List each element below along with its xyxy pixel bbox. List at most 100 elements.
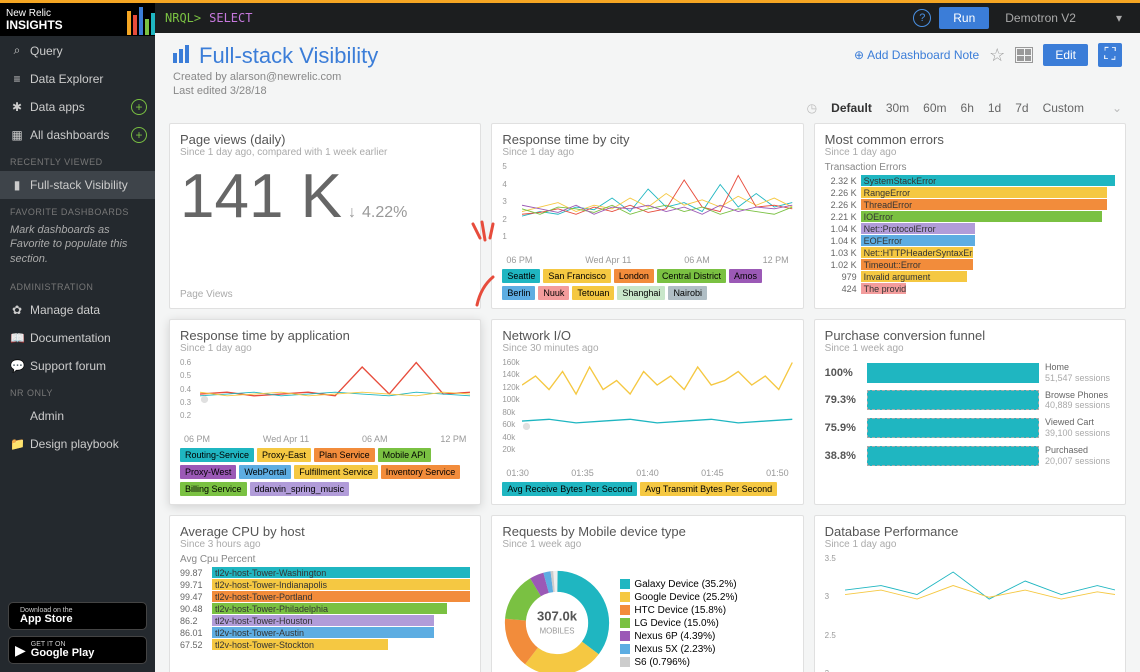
- funnel-row[interactable]: 75.9%Viewed Cart39,100 sessions: [825, 417, 1115, 439]
- error-row[interactable]: 1.04 KEOFError: [825, 235, 1115, 246]
- time-option-7d[interactable]: 7d: [1015, 101, 1028, 115]
- card-funnel[interactable]: Purchase conversion funnel Since 1 week …: [814, 319, 1126, 505]
- legend-chip[interactable]: Fulfillment Service: [294, 465, 378, 479]
- funnel-row[interactable]: 100%Home51,547 sessions: [825, 362, 1115, 384]
- card-pageviews[interactable]: Page views (daily) Since 1 day ago, comp…: [169, 123, 481, 309]
- sidebar-item-documentation[interactable]: 📖Documentation: [0, 324, 155, 352]
- sidebar-item-data-apps[interactable]: ✱Data apps+: [0, 93, 155, 121]
- add-dashboard-note[interactable]: ⊕Add Dashboard Note: [854, 48, 979, 62]
- grid-view-icon[interactable]: [1015, 47, 1033, 63]
- legend-chip[interactable]: Routing-Service: [180, 448, 254, 462]
- cpu-row[interactable]: 90.48tl2v-host-Tower-Philadelphia: [180, 603, 470, 614]
- cpu-row[interactable]: 86.2tl2v-host-Tower-Houston: [180, 615, 470, 626]
- section-favorite: FAVORITE DASHBOARDS: [0, 199, 155, 221]
- error-row[interactable]: 2.26 KThreadError: [825, 199, 1115, 210]
- time-option-custom[interactable]: Custom: [1043, 101, 1084, 115]
- time-option-6h[interactable]: 6h: [961, 101, 974, 115]
- legend-chip[interactable]: San Francisco: [543, 269, 611, 283]
- error-row[interactable]: 1.04 KNet::ProtocolError: [825, 223, 1115, 234]
- legend-chip[interactable]: Amos: [729, 269, 762, 283]
- legend-row[interactable]: LG Device (15.0%): [620, 618, 737, 629]
- time-option-1d[interactable]: 1d: [988, 101, 1001, 115]
- legend-chip[interactable]: London: [614, 269, 654, 283]
- legend-chip[interactable]: Berlin: [502, 286, 535, 300]
- legend-chip[interactable]: Shanghai: [617, 286, 665, 300]
- funnel-row[interactable]: 79.3%Browse Phones40,889 sessions: [825, 390, 1115, 412]
- legend-row[interactable]: S6 (0.796%): [620, 657, 737, 668]
- legend-row[interactable]: Nexus 6P (4.39%): [620, 631, 737, 642]
- legend-chip[interactable]: Proxy-East: [257, 448, 311, 462]
- error-row[interactable]: 424The provided password exceeded the ma…: [825, 283, 1115, 294]
- cpu-row[interactable]: 99.47tl2v-host-Tower-Portland: [180, 591, 470, 602]
- account-dropdown[interactable]: Demotron V2▾: [997, 11, 1130, 25]
- favorite-icon[interactable]: ☆: [989, 45, 1005, 66]
- clock-icon: ◷: [807, 101, 817, 115]
- cpu-row[interactable]: 99.71tl2v-host-Tower-Indianapolis: [180, 579, 470, 590]
- sidebar-item-data-explorer[interactable]: ≡Data Explorer: [0, 65, 155, 93]
- sidebar-item-manage-data[interactable]: ✿Manage data: [0, 296, 155, 324]
- legend-chip[interactable]: Plan Service: [314, 448, 375, 462]
- time-option-60m[interactable]: 60m: [923, 101, 946, 115]
- sidebar-item-full-stack-visibility[interactable]: ▮Full-stack Visibility: [0, 171, 155, 199]
- legend-row[interactable]: Google Device (25.2%): [620, 592, 737, 603]
- line-chart-icon: [522, 358, 792, 430]
- nav-icon: 📖: [10, 331, 24, 345]
- legend-chip[interactable]: WebPortal: [239, 465, 291, 479]
- legend-chip[interactable]: Seattle: [502, 269, 540, 283]
- time-option-default[interactable]: Default: [831, 101, 872, 115]
- error-row[interactable]: 1.03 KNet::HTTPHeaderSyntaxError: [825, 247, 1115, 258]
- card-db[interactable]: Database Performance Since 1 day ago 3.5…: [814, 515, 1126, 672]
- card-mobile[interactable]: Requests by Mobile device type Since 1 w…: [491, 515, 803, 672]
- sidebar-item-all-dashboards[interactable]: ▦All dashboards+: [0, 121, 155, 149]
- edit-button[interactable]: Edit: [1043, 44, 1088, 66]
- error-row[interactable]: 2.32 KSystemStackError: [825, 175, 1115, 186]
- favorite-note: Mark dashboards as Favorite to populate …: [0, 221, 155, 274]
- card-cpu[interactable]: Average CPU by host Since 3 hours ago Av…: [169, 515, 481, 672]
- legend-row[interactable]: HTC Device (15.8%): [620, 605, 737, 616]
- card-response-app[interactable]: Response time by application Since 1 day…: [169, 319, 481, 505]
- nrql-input[interactable]: SELECT: [209, 11, 252, 25]
- legend-chip[interactable]: Nairobi: [668, 286, 707, 300]
- logo[interactable]: New Relic INSIGHTS: [0, 0, 155, 36]
- cpu-row[interactable]: 86.01tl2v-host-Tower-Austin: [180, 627, 470, 638]
- legend-chip[interactable]: Mobile API: [378, 448, 431, 462]
- legend-chip[interactable]: Central District: [657, 269, 726, 283]
- time-option-30m[interactable]: 30m: [886, 101, 909, 115]
- legend-chip[interactable]: Billing Service: [180, 482, 247, 496]
- error-row[interactable]: 2.26 KRangeError: [825, 187, 1115, 198]
- legend-row[interactable]: Galaxy Device (35.2%): [620, 579, 737, 590]
- section-recently-viewed: RECENTLY VIEWED: [0, 149, 155, 171]
- legend-chip[interactable]: Avg Transmit Bytes Per Second: [640, 482, 777, 496]
- sidebar-item-admin[interactable]: Admin: [0, 402, 155, 430]
- sidebar-item-support-forum[interactable]: 💬Support forum: [0, 352, 155, 380]
- created-by: Created by alarson@newrelic.com: [173, 71, 378, 83]
- error-row[interactable]: 1.02 KTimeout::Error: [825, 259, 1115, 270]
- appstore-badge[interactable]: Download on theApp Store: [8, 602, 147, 630]
- card-errors[interactable]: Most common errors Since 1 day ago Trans…: [814, 123, 1126, 309]
- chevron-down-icon: ▾: [1116, 11, 1122, 25]
- card-response-city[interactable]: Response time by city Since 1 day ago 54…: [491, 123, 803, 309]
- legend-row[interactable]: Nexus 5X (2.23%): [620, 644, 737, 655]
- add-icon[interactable]: +: [131, 127, 147, 143]
- run-button[interactable]: Run: [939, 7, 989, 29]
- funnel-row[interactable]: 38.8%Purchased20,007 sessions: [825, 445, 1115, 467]
- sidebar-item-query[interactable]: ⌕Query: [0, 36, 155, 65]
- legend-chip[interactable]: ddarwin_spring_music: [250, 482, 350, 496]
- expand-button[interactable]: ⛶: [1098, 43, 1122, 67]
- legend-chip[interactable]: Avg Receive Bytes Per Second: [502, 482, 637, 496]
- cpu-row[interactable]: 67.52tl2v-host-Tower-Stockton: [180, 639, 470, 650]
- googleplay-badge[interactable]: ▶ GET IT ONGoogle Play: [8, 636, 147, 664]
- legend-chip[interactable]: Nuuk: [538, 286, 569, 300]
- legend-chip[interactable]: Proxy-West: [180, 465, 236, 479]
- error-row[interactable]: 979Invalid argument: [825, 271, 1115, 282]
- cpu-row[interactable]: 99.87tl2v-host-Tower-Washington: [180, 567, 470, 578]
- chevron-down-icon[interactable]: ⌄: [1112, 101, 1122, 115]
- error-row[interactable]: 2.21 KIOError: [825, 211, 1115, 222]
- legend-chip[interactable]: Tetouan: [572, 286, 614, 300]
- sidebar-item-design-playbook[interactable]: 📁Design playbook: [0, 430, 155, 458]
- metric-label: Page Views: [180, 289, 470, 300]
- legend-chip[interactable]: Inventory Service: [381, 465, 461, 479]
- card-network[interactable]: Network I/O Since 30 minutes ago 160k140…: [491, 319, 803, 505]
- help-icon[interactable]: ?: [913, 9, 931, 27]
- add-icon[interactable]: +: [131, 99, 147, 115]
